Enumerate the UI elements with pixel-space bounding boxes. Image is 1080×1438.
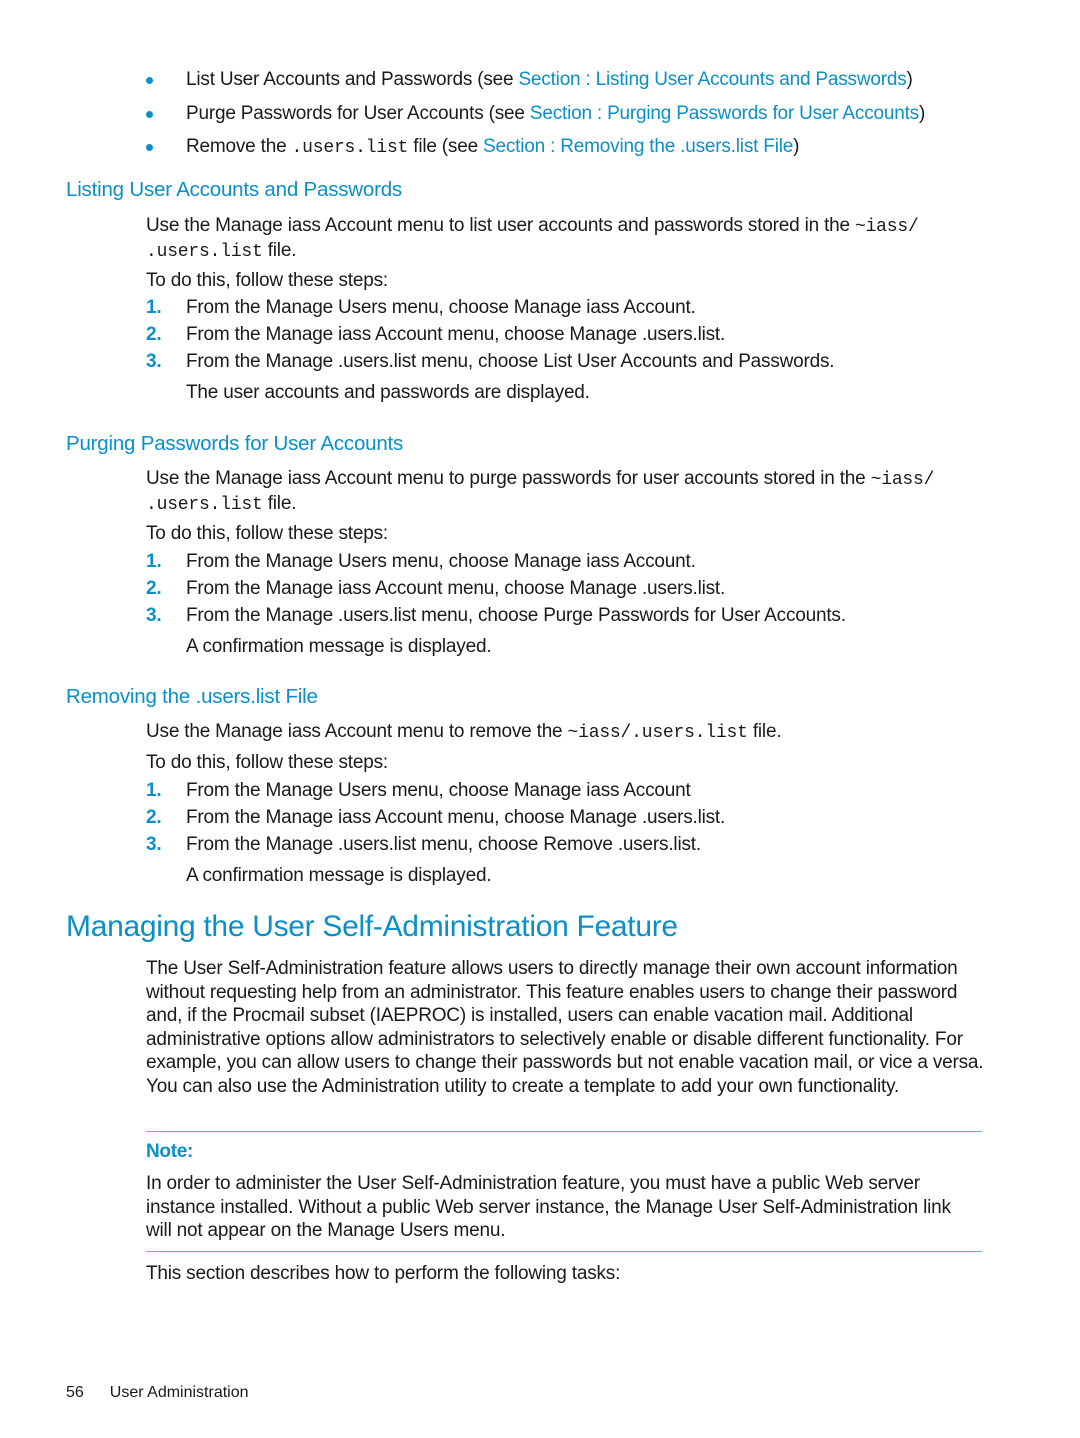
step-number: 2. (146, 578, 162, 599)
step-number: 1. (146, 551, 162, 572)
step-number: 1. (146, 297, 162, 318)
list-item: Remove the .users.list file (see Section… (146, 133, 1006, 167)
step-number: 3. (146, 351, 162, 372)
task-list: List User Accounts and Passwords (see Se… (146, 66, 1006, 167)
bullet-icon (146, 110, 153, 118)
section-intro: Use the Manage iass Account menu to purg… (146, 468, 935, 515)
note-bottom-rule (146, 1251, 982, 1252)
step-item: 3. From the Manage .users.list menu, choo… (146, 351, 835, 372)
step-item: 2. From the Manage iass Account menu, cho… (146, 578, 726, 599)
xref-link-purging[interactable]: Section : Purging Passwords for User Acc… (530, 103, 919, 124)
steps-lead: To do this, follow these steps: (146, 523, 388, 544)
note-top-rule (146, 1131, 982, 1132)
note-label: Note: (146, 1141, 194, 1162)
chapter-title: User Administration (109, 1384, 249, 1401)
step-item: 3. From the Manage .users.list menu, choo… (146, 834, 701, 855)
list-item: List User Accounts and Passwords (see Se… (146, 66, 1006, 100)
bullet-icon (146, 144, 153, 151)
tasks-lead: This section describes how to perform th… (146, 1263, 621, 1284)
section-intro: Use the Manage iass Account menu to list… (146, 215, 919, 262)
inline-code: ~iass/.users.list (567, 723, 748, 743)
step-item: 2. From the Manage iass Account menu, cho… (146, 324, 726, 345)
section-heading-self-admin: Managing the User Self-Administration Fe… (66, 910, 678, 943)
section-heading-purging: Purging Passwords for User Accounts (66, 432, 404, 455)
section-intro: Use the Manage iass Account menu to remo… (146, 721, 782, 743)
step-number: 3. (146, 834, 162, 855)
bullet-icon (146, 77, 153, 84)
inline-code: ~iass/ (854, 217, 919, 237)
inline-code: ~iass/ (870, 470, 935, 490)
inline-code: .users.list (291, 138, 409, 158)
step-item: 1. From the Manage Users menu, choose Man… (146, 551, 696, 572)
step-result: A confirmation message is displayed. (186, 636, 492, 657)
step-item: 1. From the Manage Users menu, choose Man… (146, 780, 691, 801)
inline-code: .users.list (146, 495, 263, 515)
page-footer: 56 User Administration (66, 1384, 249, 1402)
section-body: The User Self-Administration feature all… (146, 958, 984, 1097)
step-result: A confirmation message is displayed. (186, 865, 492, 886)
list-item: Purge Passwords for User Accounts (see S… (146, 100, 1006, 134)
step-number: 3. (146, 605, 162, 626)
document-page: List User Accounts and Passwords (see Se… (0, 0, 1080, 1438)
step-result: The user accounts and passwords are disp… (186, 382, 590, 403)
steps-lead: To do this, follow these steps: (146, 270, 388, 291)
step-item: 1. From the Manage Users menu, choose Man… (146, 297, 696, 318)
note-body: In order to administer the User Self-Adm… (146, 1173, 951, 1242)
step-number: 1. (146, 780, 162, 801)
page-number: 56 (66, 1384, 84, 1401)
steps-lead: To do this, follow these steps: (146, 752, 388, 773)
step-number: 2. (146, 324, 162, 345)
inline-code: .users.list (146, 242, 263, 262)
xref-link-removing[interactable]: Section : Removing the .users.list File (483, 136, 793, 157)
step-number: 2. (146, 807, 162, 828)
step-item: 2. From the Manage iass Account menu, cho… (146, 807, 726, 828)
step-item: 3. From the Manage .users.list menu, choo… (146, 605, 846, 626)
section-heading-removing: Removing the .users.list File (66, 685, 318, 708)
xref-link-listing[interactable]: Section : Listing User Accounts and Pass… (518, 69, 906, 90)
section-heading-listing: Listing User Accounts and Passwords (66, 178, 402, 201)
